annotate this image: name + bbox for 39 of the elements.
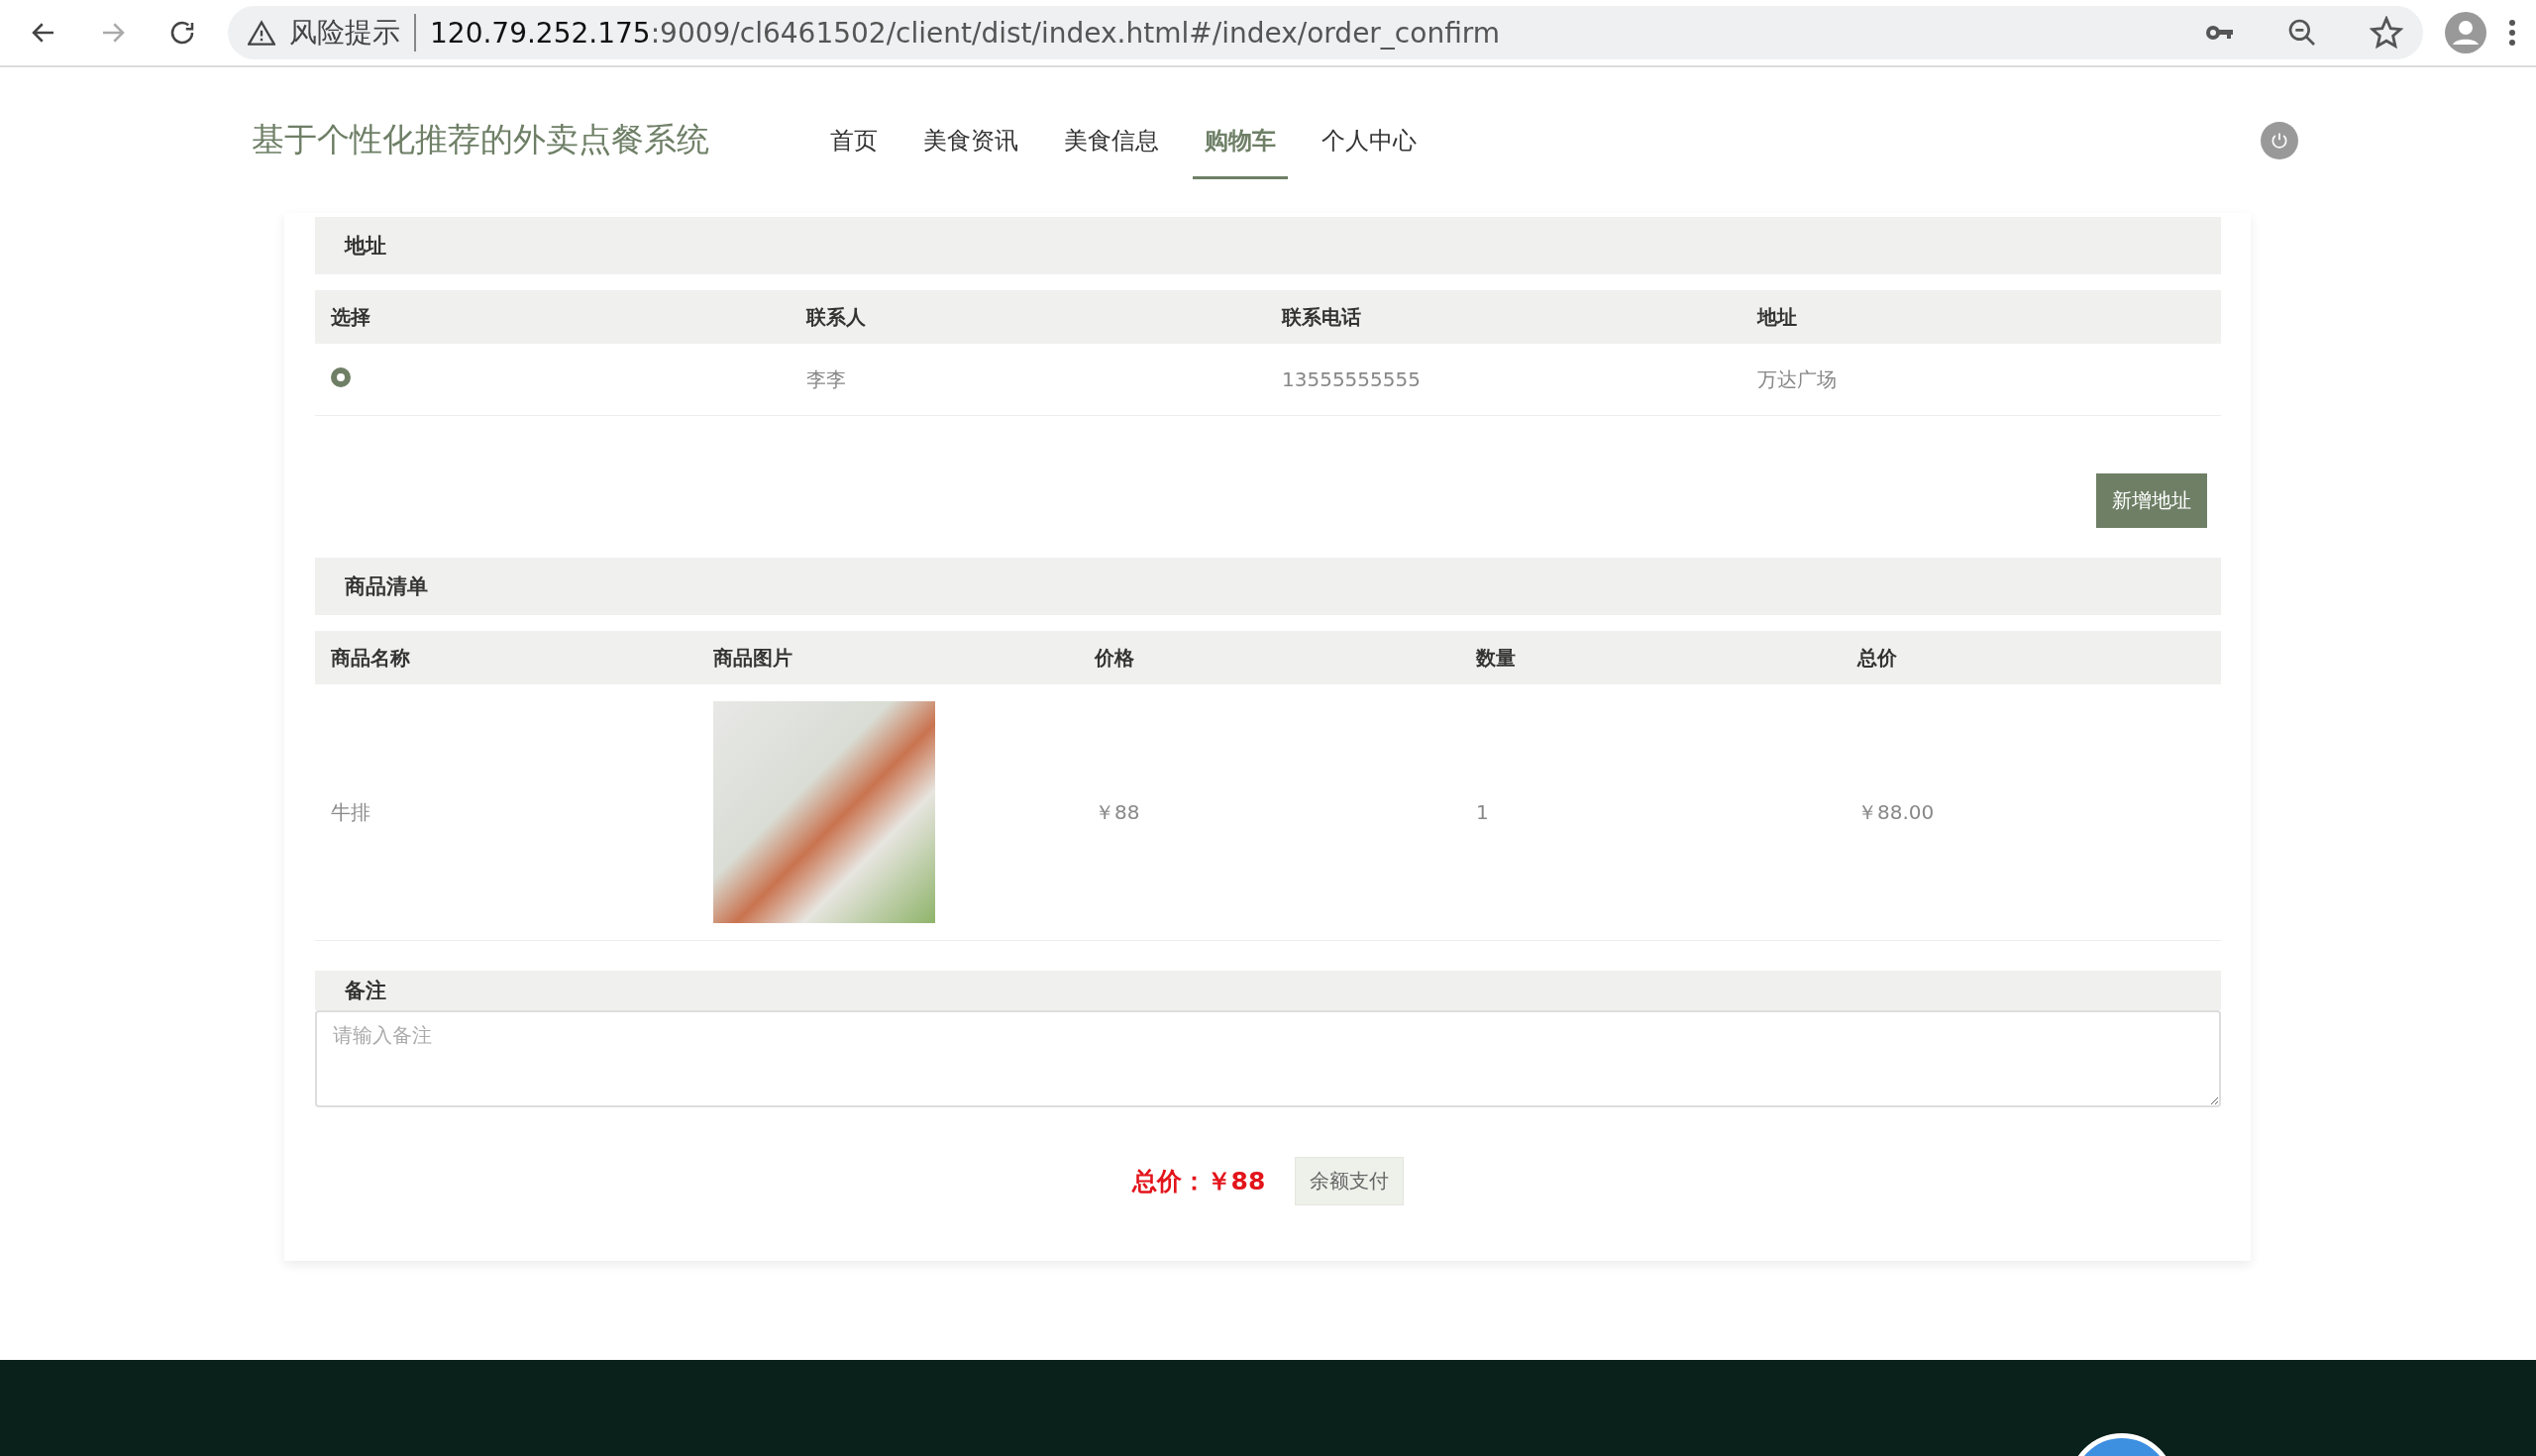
radio-button[interactable] [331,367,351,387]
remark-field[interactable]: 请输入备注 [315,1010,2221,1107]
security-warning: 风险提示 [289,14,416,52]
column-header: 数量 [1476,644,1517,672]
total-price: 总价：￥88 [1131,1166,1266,1197]
url-text: 120.79.252.175:9009/cl6461502/client/dist/index.html#/index/order_confirm [430,16,1501,50]
logout-button[interactable] [2261,121,2298,159]
star-icon[interactable] [2370,16,2403,50]
column-header: 联系人 [806,303,867,331]
table-cell-text: 李李 [806,365,847,393]
key-icon[interactable] [2205,23,2235,43]
table-cell-text: 万达广场 [1757,365,1838,393]
warning-icon [248,20,275,46]
add-address-button[interactable]: 新增地址 [2096,473,2207,528]
table-cell-text: 13555555555 [1282,367,1422,391]
section-heading: 地址 [315,217,2221,274]
table-cell-text: 牛排 [331,798,371,826]
table-cell-text: 1 [1476,800,1490,824]
pay-button[interactable]: 余额支付 [1295,1157,1405,1205]
column-header: 商品图片 [713,644,793,672]
table-cell-text: ￥88 [1095,798,1141,826]
column-header: 选择 [331,303,371,331]
table-cell-text: ￥88.00 [1857,798,1936,826]
nav-tab[interactable]: 购物车 [1193,113,1288,179]
profile-avatar-icon[interactable] [2445,12,2486,53]
column-header: 联系电话 [1282,303,1362,331]
menu-icon[interactable] [2508,19,2516,47]
column-header: 价格 [1095,644,1135,672]
column-header: 总价 [1857,644,1898,672]
column-header: 地址 [1757,303,1798,331]
column-header: 商品名称 [331,644,411,672]
nav-tab[interactable]: 个人中心 [1310,113,1428,179]
address-bar[interactable]: 风险提示 120.79.252.175:9009/cl6461502/client/dist/index.html#/index/order_confirm [228,6,2423,59]
nav-tab[interactable]: 首页 [818,113,890,179]
section-heading: 商品清单 [315,558,2221,615]
nav-tab[interactable]: 美食资讯 [911,113,1030,179]
section-heading: 备注 [315,971,2221,1010]
site-title: 基于个性化推荐的外卖点餐系统 [252,119,709,160]
nav-tab[interactable]: 美食信息 [1052,113,1171,179]
